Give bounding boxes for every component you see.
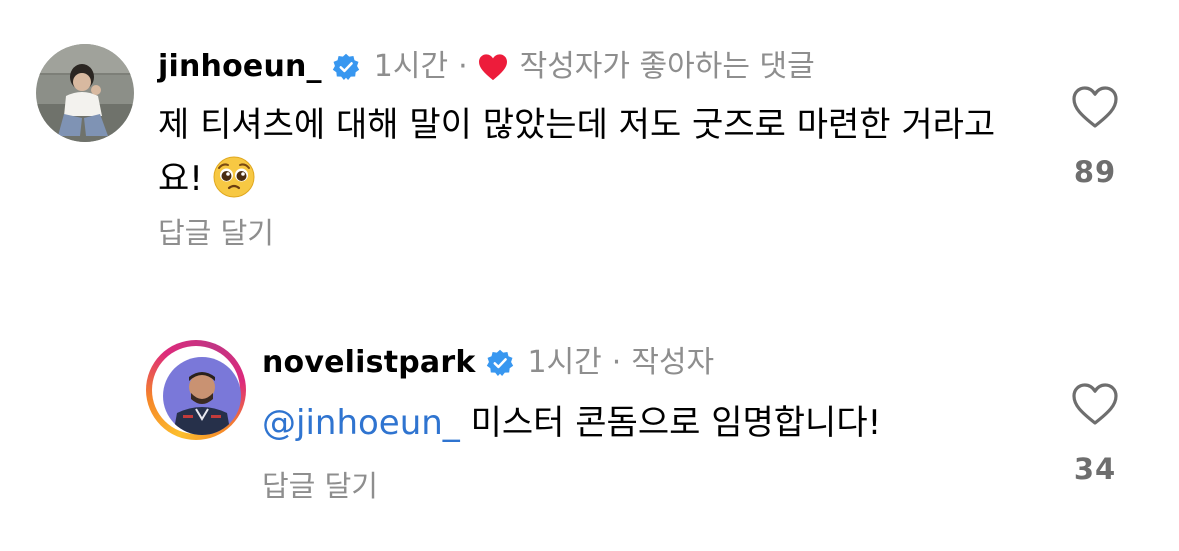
avatar[interactable] [36,44,134,142]
comment-item: novelistpark 1시간 · 작성자 @jinhoeun_ 미스터 콘돔… [0,300,1179,551]
story-ring-gap [152,346,241,435]
author-liked-label: 작성자가 좋아하는 댓글 [519,49,815,84]
comment-text-content: 미스터 콘돔으로 임명합니다! [470,403,882,443]
username[interactable]: novelistpark [262,343,476,383]
timestamp: 1시간 [373,49,449,84]
reply-button[interactable]: 답글 달기 [262,467,378,505]
heart-filled-icon [478,53,508,81]
timestamp: 1시간 [527,345,602,380]
separator-dot: · [458,49,468,84]
comment-text-content: 제 티셔츠에 대해 말이 많았는데 저도 굿즈로 마련한 거라고요! [158,105,996,199]
comments-thread: jinhoeun_ 1시간 · 작성자가 좋아하는 댓글 제 티셔츠에 대해 말… [0,0,1179,551]
comment-header: jinhoeun_ 1시간 · 작성자가 좋아하는 댓글 [158,47,815,87]
mention-link[interactable]: @jinhoeun_ [262,403,460,443]
avatar [163,357,241,435]
comment-text: 제 티셔츠에 대해 말이 많았는데 저도 굿즈로 마련한 거라고요! [158,98,1028,206]
pleading-face-icon [213,156,255,198]
story-ring[interactable] [146,340,246,440]
comment-text: @jinhoeun_ 미스터 콘돔으로 임명합니다! [262,396,1022,450]
heart-outline-icon[interactable] [1071,85,1119,129]
separator-dot: · [611,345,622,380]
like-count: 89 [1073,155,1117,189]
reply-button[interactable]: 답글 달기 [158,214,274,252]
like-column: 34 [1055,382,1135,486]
username[interactable]: jinhoeun_ [158,47,322,87]
verified-badge-icon [486,349,514,377]
author-label: 작성자 [631,345,715,380]
like-count: 34 [1073,452,1117,486]
like-column: 89 [1055,85,1135,189]
verified-badge-icon [332,53,360,81]
heart-outline-icon[interactable] [1071,382,1119,426]
comment-header: novelistpark 1시간 · 작성자 [262,343,714,383]
comment-item: jinhoeun_ 1시간 · 작성자가 좋아하는 댓글 제 티셔츠에 대해 말… [0,0,1179,290]
